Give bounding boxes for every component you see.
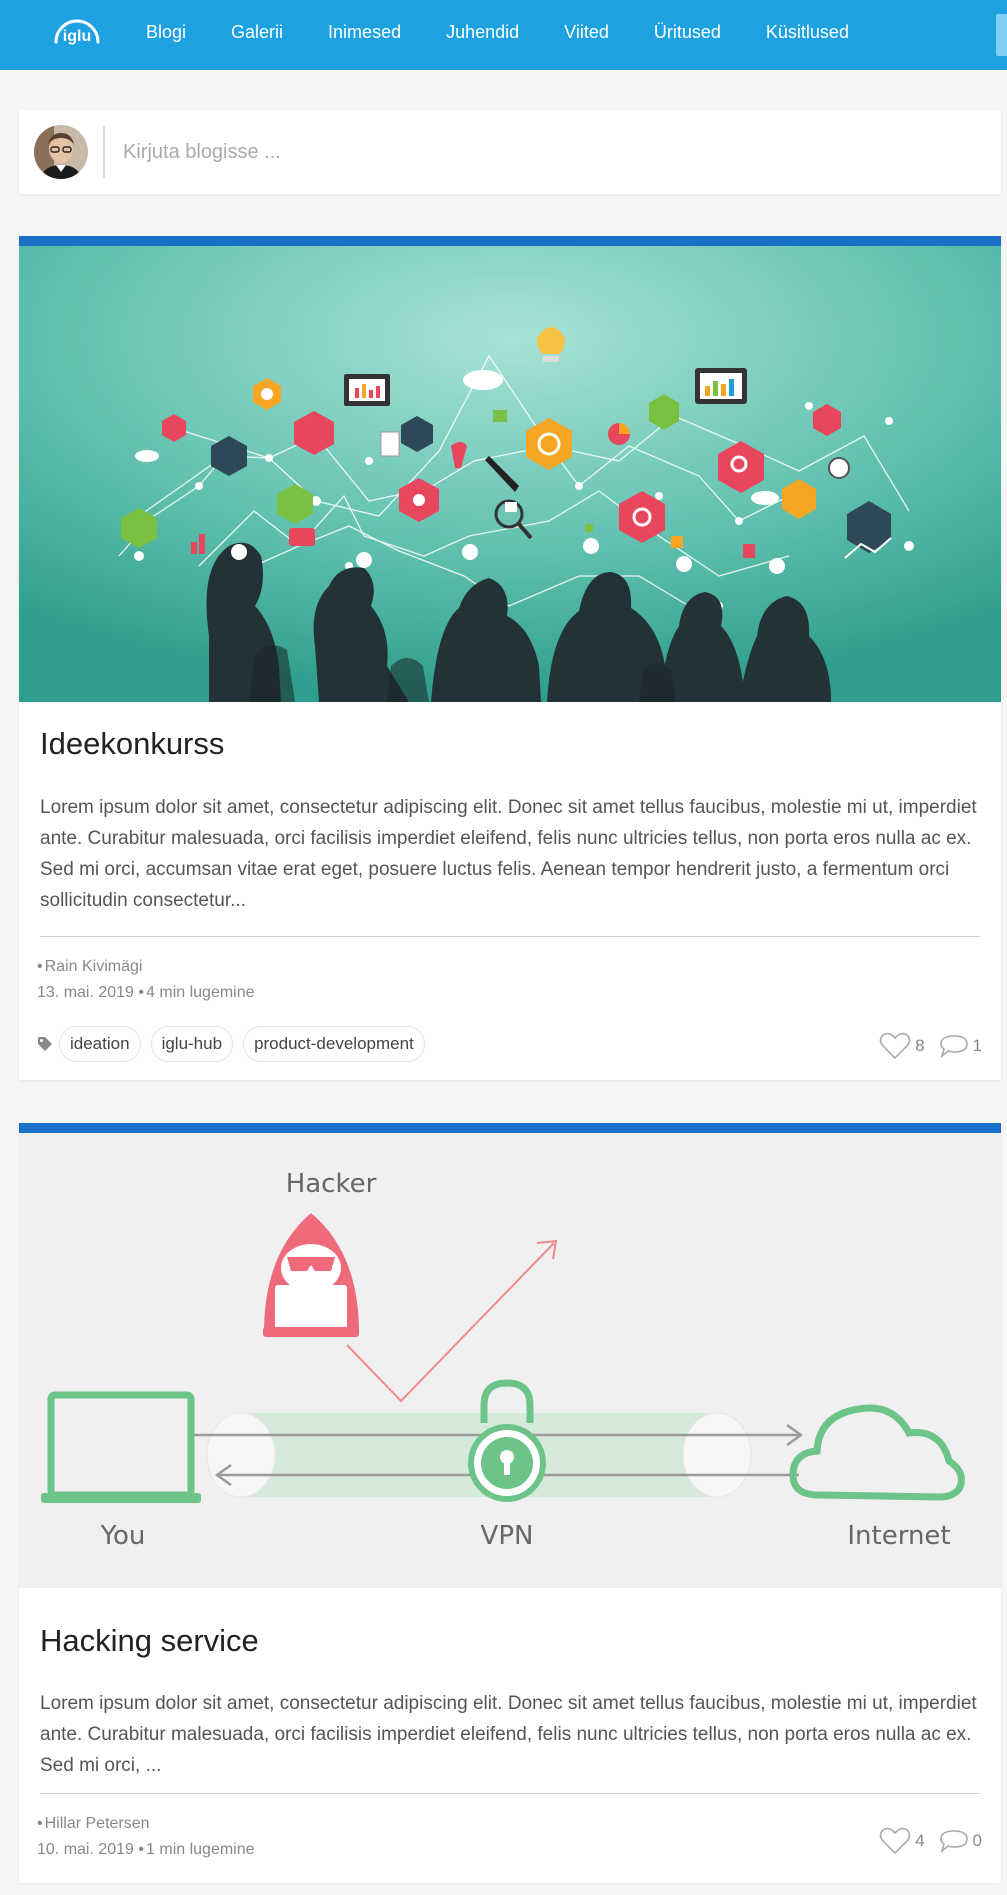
nav-inimesed[interactable]: Inimesed	[328, 22, 401, 43]
heart-icon	[879, 1032, 911, 1060]
meta-dot: •	[37, 1815, 43, 1832]
meta-dot: •	[138, 1841, 145, 1858]
post-card: Ideekonkurss Lorem ipsum dolor sit amet,…	[19, 236, 1001, 1080]
comment-count: 0	[972, 1831, 982, 1850]
post-stats: 4 0	[865, 1827, 982, 1855]
post-meta: • Rain Kivimägi 13. mai. 2019 • 4 min luge…	[37, 954, 255, 1006]
meta-dot: •	[37, 958, 43, 975]
nav-uritused[interactable]: Üritused	[654, 22, 721, 43]
comment-icon	[939, 1830, 968, 1853]
meta-dot: •	[138, 984, 145, 1001]
composer-divider	[103, 126, 105, 178]
post-card: Hacker You VPN Internet Hacking service	[19, 1123, 1001, 1883]
image-label-hacker: Hacker	[286, 1169, 377, 1199]
image-label-vpn: VPN	[481, 1521, 534, 1551]
nav-blogi[interactable]: Blogi	[146, 22, 186, 43]
like-count: 4	[915, 1831, 925, 1850]
tag-chip[interactable]: product-development	[243, 1026, 425, 1062]
nav-viited[interactable]: Viited	[564, 22, 609, 43]
blog-composer	[19, 110, 1001, 194]
tag-chip[interactable]: iglu-hub	[150, 1026, 234, 1062]
main-nav: Blogi Galerii Inimesed Juhendid Viited Ü…	[146, 0, 894, 64]
like-button[interactable]: 4	[879, 1827, 925, 1855]
like-count: 8	[915, 1036, 925, 1055]
post-hero-image[interactable]	[19, 246, 1001, 702]
tag-chip[interactable]: ideation	[59, 1026, 141, 1062]
post-excerpt: Lorem ipsum dolor sit amet, consectetur …	[40, 1693, 977, 1776]
nav-galerii[interactable]: Galerii	[231, 22, 283, 43]
comment-count: 1	[972, 1036, 982, 1055]
post-stats: 8 1	[865, 1032, 982, 1060]
post-title[interactable]: Ideekonkurss	[40, 726, 224, 762]
side-panel-tab[interactable]	[996, 14, 1007, 56]
tag-icon	[38, 1037, 52, 1051]
image-label-you: You	[100, 1521, 146, 1551]
post-tags: ideation iglu-hub product-development	[37, 1026, 435, 1062]
image-label-internet: Internet	[847, 1521, 950, 1551]
blog-post-input[interactable]	[123, 132, 983, 172]
like-button[interactable]: 8	[879, 1032, 925, 1060]
post-author[interactable]: Rain Kivimägi	[45, 958, 143, 975]
post-author[interactable]: Hillar Petersen	[45, 1815, 150, 1832]
comment-button[interactable]: 0	[939, 1829, 982, 1853]
top-navbar: iglu Blogi Galerii Inimesed Juhendid Vii…	[0, 0, 1007, 70]
post-excerpt: Lorem ipsum dolor sit amet, consectetur …	[40, 797, 977, 911]
post-separator	[40, 936, 980, 937]
heart-icon	[879, 1827, 911, 1855]
avatar[interactable]	[34, 125, 88, 179]
post-date: 10. mai. 2019	[37, 1841, 134, 1858]
post-meta: • Hillar Petersen 10. mai. 2019 • 1 min lu…	[37, 1811, 255, 1863]
post-read-time: 1 min lugemine	[146, 1841, 255, 1858]
comment-button[interactable]: 1	[939, 1034, 982, 1058]
post-date: 13. mai. 2019	[37, 984, 134, 1001]
comment-icon	[939, 1035, 968, 1058]
card-accent-bar	[19, 236, 1001, 246]
nav-kusitlused[interactable]: Küsitlused	[766, 22, 849, 43]
svg-text:iglu: iglu	[63, 28, 91, 45]
card-accent-bar	[19, 1123, 1001, 1133]
post-hero-image[interactable]: Hacker You VPN Internet	[19, 1133, 1001, 1588]
iglu-logo[interactable]: iglu	[50, 12, 104, 52]
post-title[interactable]: Hacking service	[40, 1623, 259, 1659]
post-read-time: 4 min lugemine	[146, 984, 255, 1001]
nav-juhendid[interactable]: Juhendid	[446, 22, 519, 43]
post-separator	[40, 1793, 980, 1794]
